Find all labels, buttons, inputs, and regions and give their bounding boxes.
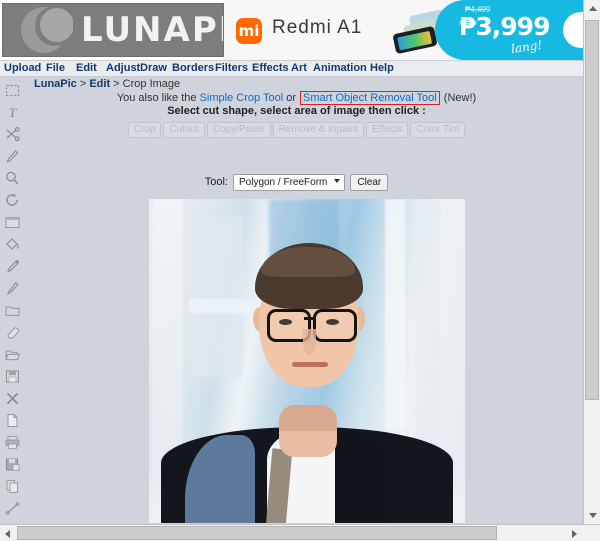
pen-tool-icon[interactable] bbox=[4, 148, 21, 165]
left-tool-rail: T bbox=[0, 78, 24, 536]
main-content-area: LunaPic > Edit > Crop Image You also lik… bbox=[24, 78, 583, 523]
breadcrumb-separator-2: > bbox=[110, 78, 123, 90]
tool-selection-row: Tool: Polygon / FreeForm Clear bbox=[24, 174, 569, 191]
promo-middle: or bbox=[283, 92, 300, 104]
breadcrumb-section[interactable]: Edit bbox=[89, 78, 110, 90]
remove-inpaint-button[interactable]: Remove & Inpaint bbox=[272, 122, 365, 138]
effects-button[interactable]: Effects bbox=[366, 122, 409, 138]
marquee-select-icon[interactable] bbox=[4, 82, 21, 99]
menu-item-edit[interactable]: Edit bbox=[76, 62, 97, 74]
folder-icon[interactable] bbox=[4, 302, 21, 319]
copy-paste-button[interactable]: Copy/Paste bbox=[206, 122, 271, 138]
vertical-scrollbar[interactable] bbox=[583, 0, 600, 524]
logo-wordmark: LUNAPIC bbox=[81, 10, 223, 50]
scissors-icon[interactable] bbox=[4, 126, 21, 143]
mi-glyph-text: mi bbox=[238, 22, 260, 40]
open-folder-icon[interactable] bbox=[4, 346, 21, 363]
instruction-text: Select cut shape, select area of image t… bbox=[167, 105, 426, 117]
photo-mouth bbox=[292, 362, 328, 367]
menu-item-file[interactable]: File bbox=[46, 62, 65, 74]
xiaomi-mi-logo-icon: mi bbox=[236, 18, 262, 44]
ad-left-panel: mi Redmi A1 bbox=[224, 0, 451, 60]
clear-button[interactable]: Clear bbox=[350, 174, 389, 191]
eraser-icon[interactable] bbox=[4, 324, 21, 341]
photo-eyeglasses-lens bbox=[313, 309, 357, 342]
photo-nose bbox=[303, 329, 316, 355]
menu-item-art[interactable]: Art bbox=[291, 62, 307, 74]
scroll-right-arrow-icon[interactable] bbox=[566, 525, 583, 541]
rotate-icon[interactable] bbox=[4, 192, 21, 209]
ad-price-panel: ₱4,499 ₱3,999 lang! bbox=[435, 0, 583, 60]
save-floppy-icon[interactable] bbox=[4, 368, 21, 385]
svg-text:T: T bbox=[9, 105, 17, 120]
menu-item-filters[interactable]: Filters bbox=[215, 62, 248, 74]
breadcrumb: LunaPic > Edit > Crop Image bbox=[34, 78, 180, 90]
portrait-photo-man-with-glasses[interactable] bbox=[149, 199, 465, 523]
menu-item-animation[interactable]: Animation bbox=[313, 62, 367, 74]
menu-item-help[interactable]: Help bbox=[370, 62, 394, 74]
breadcrumb-current-page: Crop Image bbox=[122, 78, 181, 90]
photo-eyebrow bbox=[317, 300, 347, 305]
vertical-scrollbar-thumb[interactable] bbox=[585, 20, 599, 400]
promo-suffix: (New!) bbox=[440, 92, 477, 104]
paint-bucket-icon[interactable] bbox=[4, 236, 21, 253]
scroll-left-arrow-icon[interactable] bbox=[0, 525, 17, 541]
scroll-down-arrow-icon[interactable] bbox=[584, 507, 600, 524]
photo-eyebrow bbox=[271, 300, 301, 305]
lunapic-logo[interactable]: LUNAPIC bbox=[2, 3, 224, 57]
cutout-button[interactable]: Cutout bbox=[163, 122, 205, 138]
photo-window-pane bbox=[415, 199, 441, 449]
horizontal-scrollbar[interactable] bbox=[0, 524, 600, 541]
ad-tagline: lang! bbox=[510, 37, 544, 57]
advertisement-banner[interactable]: mi Redmi A1 ₱4,499 ₱3,999 lang! bbox=[224, 0, 583, 60]
chevron-down-icon bbox=[334, 179, 341, 183]
ad-product-name: Redmi A1 bbox=[272, 17, 363, 38]
photo-neck-shadow bbox=[279, 405, 337, 431]
breadcrumb-separator-1: > bbox=[76, 78, 90, 90]
printer-icon[interactable] bbox=[4, 434, 21, 451]
promo-line: You also like the Simple Crop Tool or Sm… bbox=[24, 91, 569, 105]
top-banner-strip: LUNAPIC mi Redmi A1 ₱4,499 ₱3,999 bbox=[0, 0, 583, 60]
breadcrumb-root[interactable]: LunaPic bbox=[34, 78, 77, 90]
close-x-icon[interactable] bbox=[4, 390, 21, 407]
crop-frame-icon[interactable] bbox=[4, 214, 21, 231]
simple-crop-tool-link[interactable]: Simple Crop Tool bbox=[200, 92, 284, 104]
action-button-row: Crop Cutout Copy/Paste Remove & Inpaint Effe… bbox=[24, 119, 569, 138]
text-tool-icon[interactable]: T bbox=[4, 104, 21, 121]
main-menu-bar: Upload File Edit Adjust Draw Borders Fil… bbox=[0, 60, 583, 77]
smart-object-removal-tool-link[interactable]: Smart Object Removal Tool bbox=[303, 92, 437, 104]
magnifier-icon[interactable] bbox=[4, 170, 21, 187]
color-tint-button[interactable]: Color Tint bbox=[410, 122, 466, 138]
tool-shape-select[interactable]: Polygon / FreeForm bbox=[232, 174, 346, 191]
photo-window-pane bbox=[189, 299, 251, 313]
menu-item-upload[interactable]: Upload bbox=[4, 62, 41, 74]
photo-eyeglasses-bridge bbox=[304, 317, 315, 320]
promo-prefix: You also like the bbox=[116, 92, 200, 104]
line-tool-icon[interactable] bbox=[4, 500, 21, 517]
tool-label: Tool: bbox=[204, 176, 228, 189]
tool-shape-select-value: Polygon / FreeForm bbox=[238, 177, 328, 188]
eyedropper-icon[interactable] bbox=[4, 258, 21, 275]
menu-item-borders[interactable]: Borders bbox=[172, 62, 214, 74]
new-page-icon[interactable] bbox=[4, 412, 21, 429]
photo-window-pane bbox=[385, 199, 405, 429]
scroll-up-arrow-icon[interactable] bbox=[584, 0, 600, 17]
lunapic-browser-window: LUNAPIC mi Redmi A1 ₱4,499 ₱3,999 bbox=[0, 0, 600, 541]
copy-icon[interactable] bbox=[4, 478, 21, 495]
photo-window-pane bbox=[189, 217, 243, 377]
menu-item-adjust[interactable]: Adjust bbox=[106, 62, 140, 74]
ad-decorative-circle bbox=[563, 12, 583, 48]
smart-object-removal-highlight-box: Smart Object Removal Tool bbox=[300, 91, 440, 105]
crop-button[interactable]: Crop bbox=[127, 122, 162, 138]
save-as-icon[interactable] bbox=[4, 456, 21, 473]
crescent-moon-icon bbox=[21, 6, 73, 53]
brush-icon[interactable] bbox=[4, 280, 21, 297]
menu-item-draw[interactable]: Draw bbox=[140, 62, 167, 74]
photo-jacket-lapel bbox=[335, 431, 387, 523]
horizontal-scrollbar-thumb[interactable] bbox=[17, 526, 497, 540]
ad-new-price: ₱3,999 bbox=[459, 12, 550, 41]
menu-item-effects[interactable]: Effects bbox=[252, 62, 289, 74]
